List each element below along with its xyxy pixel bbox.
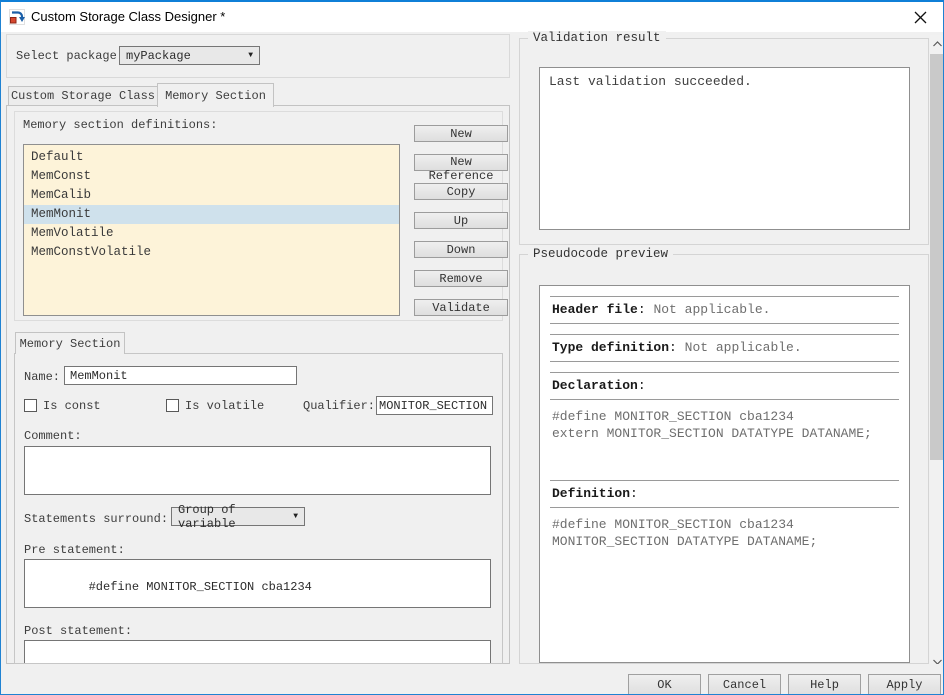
tab-label: Custom Storage Class — [10, 89, 156, 103]
remove-button[interactable]: Remove — [414, 270, 508, 287]
copy-button[interactable]: Copy — [414, 183, 508, 200]
pseudocode-preview-title: Pseudocode preview — [528, 247, 674, 261]
preview-section: Definition: #define MONITOR_SECTION cba12… — [550, 480, 899, 578]
preview-section: Type definition: Not applicable. — [550, 334, 899, 362]
close-button[interactable] — [898, 2, 943, 32]
name-input[interactable]: MemMonit — [64, 366, 297, 385]
list-item[interactable]: MemConstVolatile — [24, 243, 399, 262]
is-const-checkbox[interactable] — [24, 399, 37, 412]
down-button[interactable]: Down — [414, 241, 508, 258]
scrollbar-thumb[interactable] — [930, 54, 943, 460]
tab-memory-section[interactable]: Memory Section — [157, 83, 274, 107]
validation-result-group: Validation result Last validation succee… — [519, 31, 929, 245]
scroll-up-button[interactable] — [930, 35, 943, 52]
pre-statement-textarea[interactable]: #define MONITOR_SECTION cba1234 — [24, 559, 491, 608]
qualifier-input[interactable]: MONITOR_SECTION — [376, 396, 493, 415]
up-button[interactable]: Up — [414, 212, 508, 229]
tab-custom-storage-class[interactable]: Custom Storage Class — [8, 86, 158, 106]
simulink-model-icon — [9, 9, 25, 25]
preview-section: Header file: Not applicable. — [550, 296, 899, 324]
package-dropdown-value: myPackage — [126, 48, 191, 63]
chevron-down-icon: ▼ — [293, 511, 298, 521]
name-value: MemMonit — [70, 368, 128, 383]
validation-result-box[interactable]: Last validation succeeded. — [539, 67, 910, 230]
validation-result-title: Validation result — [528, 31, 666, 45]
package-selector-group: Select package: myPackage ▼ — [6, 34, 510, 78]
is-volatile-checkbox[interactable] — [166, 399, 179, 412]
pre-statement-value: #define MONITOR_SECTION cba1234 — [88, 580, 312, 594]
right-panel-scrollbar[interactable] — [930, 35, 943, 670]
pseudocode-box[interactable]: Header file: Not applicable. Type definit… — [539, 285, 910, 663]
sub-tab-memory-section[interactable]: Memory Section — [15, 332, 125, 354]
post-statement-textarea[interactable] — [24, 640, 491, 663]
list-item[interactable]: Default — [24, 148, 399, 167]
qualifier-label: Qualifier: — [303, 399, 376, 413]
new-reference-button[interactable]: New Reference — [414, 154, 508, 183]
memory-section-listbox[interactable]: Default MemConst MemCalib MemMonit MemVolati… — [23, 144, 400, 316]
memory-section-tab-panel: Memory section definitions: Default MemCo… — [6, 105, 510, 664]
window-title: Custom Storage Class Designer * — [31, 9, 226, 24]
memory-definitions-group: Memory section definitions: Default MemCo… — [14, 111, 508, 321]
title-bar: Custom Storage Class Designer * — [1, 2, 943, 32]
apply-button[interactable]: Apply — [868, 674, 941, 694]
statements-surround-value: Group of variable — [178, 502, 236, 531]
select-package-label: Select package: — [16, 49, 125, 63]
is-volatile-label: Is volatile — [185, 399, 265, 413]
list-item[interactable]: MemCalib — [24, 186, 399, 205]
pseudocode-preview-group: Pseudocode preview Header file: Not appl… — [519, 247, 929, 664]
package-dropdown[interactable]: myPackage ▼ — [119, 46, 260, 65]
help-button[interactable]: Help — [788, 674, 861, 694]
footer-buttons: OK Cancel Help Apply — [628, 674, 941, 694]
footer-bar: OK Cancel Help Apply — [1, 664, 943, 694]
scrollbar-up-icon — [933, 40, 942, 46]
list-item[interactable]: MemConst — [24, 167, 399, 186]
memory-section-form: Name: MemMonit Is const Is volatile Qual… — [14, 353, 503, 664]
list-buttons: New New Reference Copy Up Down Remove Validate — [414, 125, 508, 316]
pre-statement-label: Pre statement: — [24, 543, 125, 557]
statements-surround-dropdown[interactable]: Group of variable ▼ — [171, 503, 305, 531]
validation-message: Last validation succeeded. — [549, 74, 752, 89]
chevron-down-icon: ▼ — [248, 50, 253, 60]
new-button[interactable]: New — [414, 125, 508, 142]
preview-section: Declaration: #define MONITOR_SECTION cba1… — [550, 372, 899, 470]
qualifier-value: MONITOR_SECTION — [379, 398, 488, 413]
cancel-button[interactable]: Cancel — [708, 674, 781, 694]
ok-button[interactable]: OK — [628, 674, 701, 694]
comment-textarea[interactable] — [24, 446, 491, 495]
tab-label: Memory Section — [165, 88, 266, 103]
validate-button[interactable]: Validate — [414, 299, 508, 316]
list-item[interactable]: MemVolatile — [24, 224, 399, 243]
close-icon — [914, 11, 927, 23]
statements-surround-label: Statements surround: — [24, 512, 169, 526]
list-item[interactable]: MemMonit — [24, 205, 399, 224]
sub-tab-label: Memory Section — [19, 336, 121, 351]
post-statement-label: Post statement: — [24, 624, 133, 638]
is-const-label: Is const — [43, 399, 101, 413]
custom-storage-class-designer-window: Custom Storage Class Designer * Select p… — [0, 0, 944, 695]
name-label: Name: — [24, 370, 61, 384]
comment-label: Comment: — [24, 429, 82, 443]
memory-section-definitions-label: Memory section definitions: — [23, 118, 218, 132]
